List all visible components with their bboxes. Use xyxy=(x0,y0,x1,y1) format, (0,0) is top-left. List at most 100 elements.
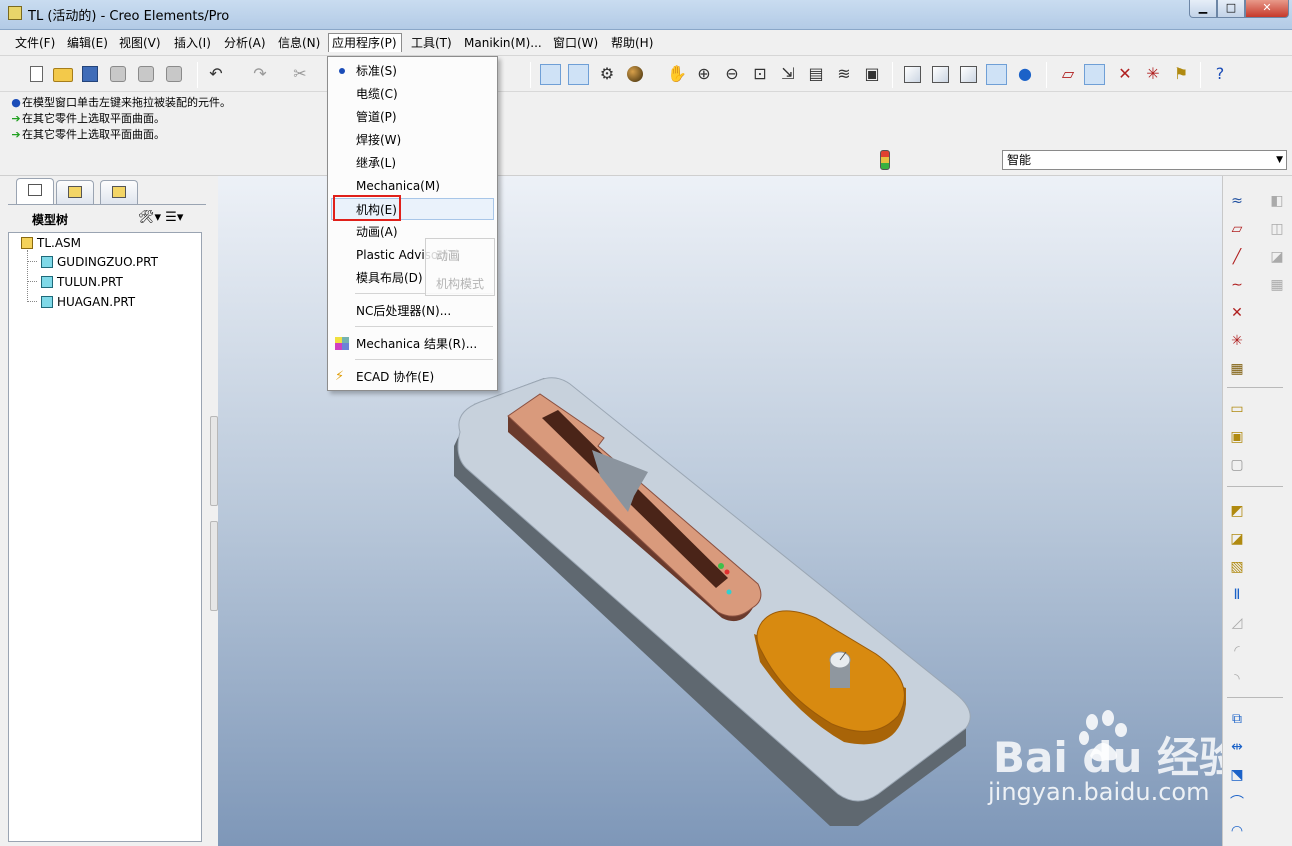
menu-applications[interactable]: 应用程序(P) xyxy=(328,33,402,52)
datum-point-display-icon[interactable]: ✕ xyxy=(1115,64,1135,84)
applications-dropdown-menu: 标准(S) 电缆(C) 管道(P) 焊接(W) 继承(L) Mechanica(… xyxy=(327,56,498,391)
spin-center-icon[interactable]: ⚙ xyxy=(597,64,617,84)
analysis-feature-icon[interactable]: ▦ xyxy=(1227,360,1247,378)
hole-icon[interactable]: ◩ xyxy=(1227,502,1247,520)
assemble-icon[interactable]: ▭ xyxy=(1227,400,1247,418)
email-link-icon[interactable] xyxy=(166,66,182,82)
view-manager-icon[interactable]: ▣ xyxy=(862,64,882,84)
green-arrow-icon: ➔ xyxy=(11,112,21,125)
layers-icon[interactable]: ≋ xyxy=(834,64,854,84)
menu-item-mechanica-results[interactable]: Mechanica 结果(R)... xyxy=(329,333,496,355)
reorient-icon[interactable]: ⇲ xyxy=(778,64,798,84)
menu-window[interactable]: 窗口(W) xyxy=(550,34,601,53)
menu-item-ecad-collaboration[interactable]: ⚡ ECAD 协作(E) xyxy=(329,366,496,388)
sketch-icon[interactable]: ≈ xyxy=(1227,192,1247,210)
cut-icon[interactable]: ✂ xyxy=(290,64,310,84)
menu-manikin[interactable]: Manikin(M)... xyxy=(461,34,545,53)
tree-part-item[interactable]: HUAGAN.PRT xyxy=(41,293,135,311)
package-icon[interactable]: ▢ xyxy=(1227,456,1247,474)
surface-icon[interactable]: ⌒ xyxy=(1227,794,1247,812)
appearance-icon[interactable] xyxy=(627,66,643,82)
wireframe-icon[interactable] xyxy=(904,66,921,83)
no-hidden-icon[interactable] xyxy=(960,66,977,83)
open-folder-icon[interactable] xyxy=(53,68,73,82)
new-file-icon[interactable] xyxy=(30,66,43,82)
annotation-display-icon[interactable]: ⚑ xyxy=(1171,64,1191,84)
menu-separator xyxy=(355,359,493,360)
create-component-icon[interactable]: ▣ xyxy=(1227,428,1247,446)
thicken-icon[interactable]: ◪ xyxy=(1267,248,1287,266)
csys-display-icon[interactable]: ✳ xyxy=(1143,64,1163,84)
context-help-icon[interactable]: ? xyxy=(1210,64,1230,84)
menu-item-mechanica[interactable]: Mechanica(M) xyxy=(329,175,496,197)
enhanced-realism-icon[interactable]: ● xyxy=(1015,64,1035,84)
assembly-icon xyxy=(21,237,33,249)
menu-item-standard[interactable]: 标准(S) xyxy=(329,60,496,82)
zoom-in-icon[interactable]: ⊕ xyxy=(694,64,714,84)
menu-item-piping[interactable]: 管道(P) xyxy=(329,106,496,128)
undo-icon[interactable]: ↶ xyxy=(206,64,226,84)
zoom-out-icon[interactable]: ⊖ xyxy=(722,64,742,84)
draft-icon[interactable]: ◿ xyxy=(1227,614,1247,632)
tab-favorites[interactable] xyxy=(100,180,138,204)
green-arrow-icon: ➔ xyxy=(11,128,21,141)
round-icon[interactable]: ◜ xyxy=(1227,642,1247,660)
minimize-button[interactable]: ▁ xyxy=(1189,0,1217,18)
menu-tools[interactable]: 工具(T) xyxy=(408,34,455,53)
menu-item-welding[interactable]: 焊接(W) xyxy=(329,129,496,151)
orient-mode-icon[interactable] xyxy=(568,64,589,85)
menu-edit[interactable]: 编辑(E) xyxy=(64,34,111,53)
tree-part-item[interactable]: TULUN.PRT xyxy=(41,273,123,291)
menu-help[interactable]: 帮助(H) xyxy=(608,34,656,53)
menu-info[interactable]: 信息(N) xyxy=(275,34,323,53)
repaint-icon[interactable] xyxy=(540,64,561,85)
datum-point-icon[interactable]: ✕ xyxy=(1227,304,1247,322)
saved-views-icon[interactable]: ▤ xyxy=(806,64,826,84)
redo-icon[interactable]: ↷ xyxy=(250,64,270,84)
pattern-icon[interactable]: ⬔ xyxy=(1227,766,1247,784)
tree-root-item[interactable]: TL.ASM xyxy=(21,234,81,252)
save-icon[interactable] xyxy=(82,66,98,82)
cut-out-icon[interactable]: ◪ xyxy=(1227,530,1247,548)
chamfer-icon[interactable]: ◝ xyxy=(1227,670,1247,688)
slot-icon[interactable]: ▧ xyxy=(1227,558,1247,576)
email-icon[interactable] xyxy=(138,66,154,82)
hidden-line-icon[interactable] xyxy=(932,66,949,83)
menu-view[interactable]: 视图(V) xyxy=(116,34,164,53)
datum-axis-icon[interactable]: ╱ xyxy=(1227,248,1247,266)
main-toolbar: ↶ ↷ ✂ ⚙ ✋ ⊕ ⊖ ⊡ ⇲ ▤ ≋ ▣ ● ▱ ✕ ✳ ⚑ ? xyxy=(0,56,1292,92)
print-icon[interactable] xyxy=(110,66,126,82)
mirror-icon[interactable]: ⇹ xyxy=(1227,738,1247,756)
pan-hand-icon[interactable]: ✋ xyxy=(667,64,687,84)
offset-icon[interactable]: ◫ xyxy=(1267,220,1287,238)
mirror-geom-icon[interactable]: ◧ xyxy=(1267,192,1287,210)
copy-icon[interactable]: ⧉ xyxy=(1227,710,1247,728)
shading-icon[interactable] xyxy=(986,64,1007,85)
part-icon xyxy=(41,276,53,288)
boundary-icon[interactable]: ◠ xyxy=(1227,822,1247,840)
menu-analysis[interactable]: 分析(A) xyxy=(221,34,269,53)
tree-part-item[interactable]: GUDINGZUO.PRT xyxy=(41,253,158,271)
menu-item-cabling[interactable]: 电缆(C) xyxy=(329,83,496,105)
panel-splitter-handle[interactable] xyxy=(210,416,218,506)
pipe-icon[interactable]: Ⅱ xyxy=(1227,586,1247,604)
regen-status-icon[interactable] xyxy=(880,150,890,170)
panel-splitter-handle[interactable] xyxy=(210,521,218,611)
close-button[interactable]: ✕ xyxy=(1245,0,1289,18)
tree-settings-icon[interactable]: 🛠▾ ☰▾ xyxy=(138,210,183,225)
datum-plane-icon[interactable]: ▱ xyxy=(1227,220,1247,238)
menu-file[interactable]: 文件(F) xyxy=(12,34,58,53)
refit-icon[interactable]: ⊡ xyxy=(750,64,770,84)
datum-plane-display-icon[interactable]: ▱ xyxy=(1058,64,1078,84)
datum-curve-icon[interactable]: ∼ xyxy=(1227,276,1247,294)
menu-item-inheritance[interactable]: 继承(L) xyxy=(329,152,496,174)
menu-insert[interactable]: 插入(I) xyxy=(171,34,214,53)
maximize-button[interactable]: □ xyxy=(1217,0,1245,18)
tab-model-tree[interactable] xyxy=(16,178,54,204)
tab-folder-browser[interactable] xyxy=(56,180,94,204)
csys-icon[interactable]: ✳ xyxy=(1227,332,1247,350)
datum-axis-display-icon[interactable] xyxy=(1084,64,1105,85)
selection-filter-select[interactable]: 智能 ▼ xyxy=(1002,150,1287,170)
menu-item-nc-post-processor[interactable]: NC后处理器(N)... xyxy=(329,300,496,322)
grid-icon[interactable]: ▦ xyxy=(1267,276,1287,294)
